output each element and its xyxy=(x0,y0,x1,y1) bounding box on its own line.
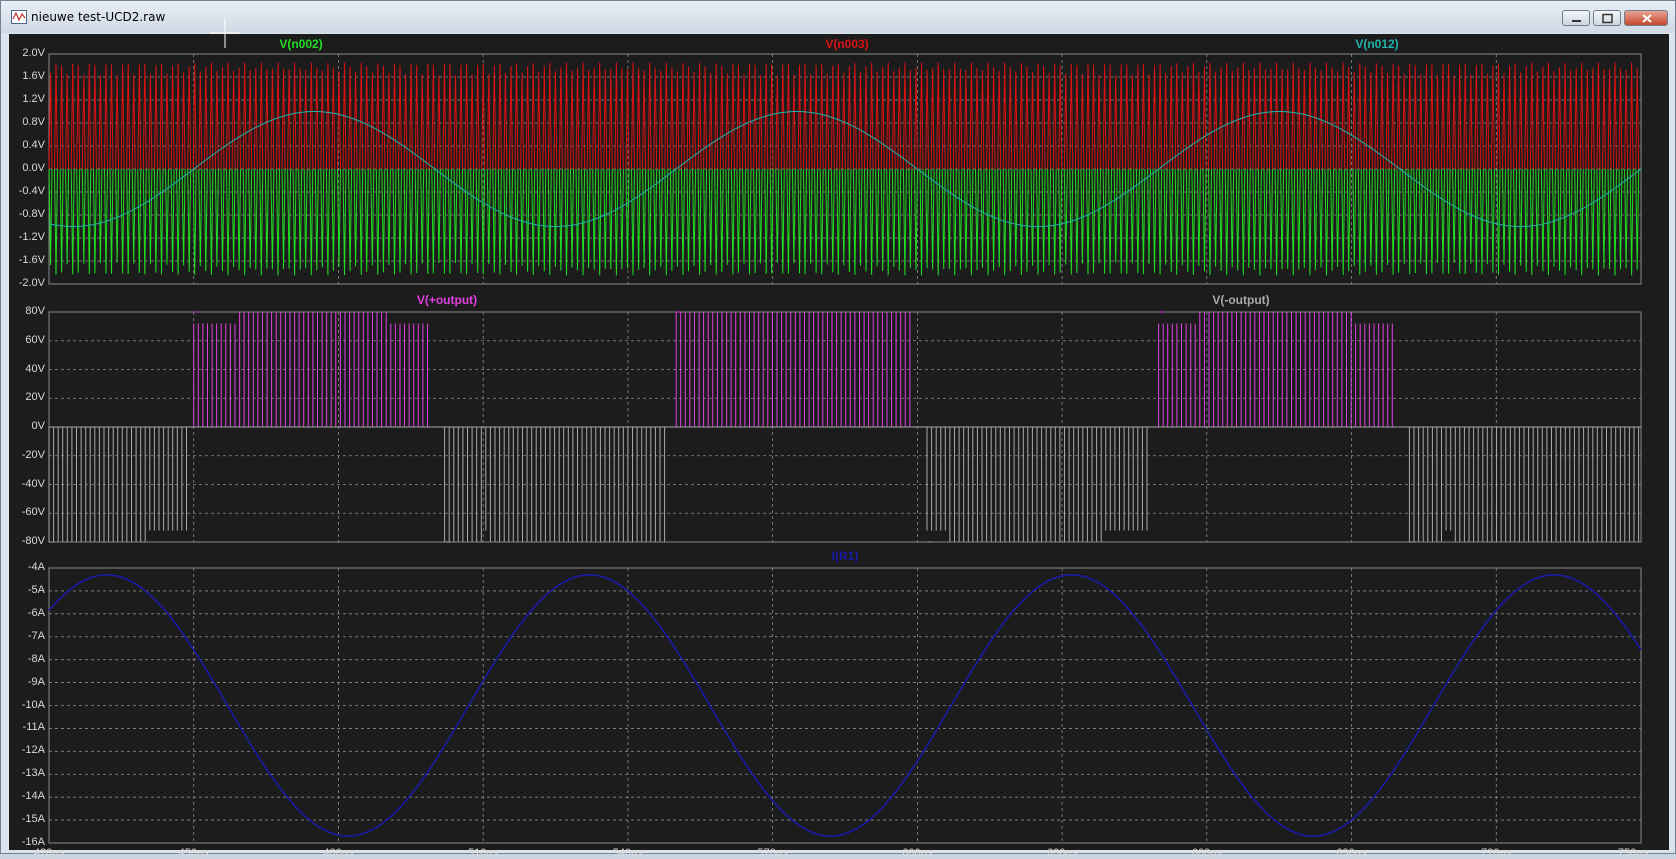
y-tick-label: 1.6V xyxy=(22,70,45,82)
series-line-plus_output[interactable] xyxy=(49,311,1641,428)
y-tick-label: -0.8V xyxy=(18,208,45,220)
y-tick-label: -40V xyxy=(21,477,45,490)
y-tick-label: 0.4V xyxy=(22,139,45,151)
waveform-window: nieuwe test-UCD2.raw 2.0V 1.6V 1.2V 0.8V 0.4… xyxy=(0,0,1676,859)
y-tick-label: -2.0V xyxy=(18,277,45,289)
y-tick-label: -0.4V xyxy=(18,185,45,197)
series-line-n003[interactable] xyxy=(48,62,1640,170)
y-tick-label: -6A xyxy=(27,606,45,619)
y-tick-label: -8A xyxy=(27,652,45,665)
maximize-icon xyxy=(1602,13,1613,24)
trace-label-n002[interactable]: V(n002) xyxy=(279,37,322,51)
y-tick-label: 60V xyxy=(25,333,45,346)
close-icon xyxy=(1642,14,1652,23)
y-tick-label: -15A xyxy=(21,813,45,826)
minimize-icon xyxy=(1572,20,1581,22)
x-tick-label: 480µs xyxy=(323,847,354,859)
trace-label-plus-output[interactable]: V(+output) xyxy=(417,293,477,307)
y-tick-label: -5A xyxy=(27,583,45,596)
maximize-button[interactable] xyxy=(1593,10,1621,26)
y-tick-label: -12A xyxy=(21,744,45,757)
y-tick-label: 0V xyxy=(31,420,45,432)
y-tick-label: -14A xyxy=(21,790,45,803)
x-tick-label: 690µs xyxy=(1336,847,1367,859)
trace-label-n003[interactable]: V(n003) xyxy=(825,37,868,51)
y-tick-label: -7A xyxy=(27,629,45,642)
y-tick-label: -20V xyxy=(21,448,45,461)
chart-svg[interactable] xyxy=(9,546,1669,850)
trace-label-n012[interactable]: V(n012) xyxy=(1355,37,1398,51)
y-tick-label: 1.2V xyxy=(22,93,45,105)
trace-label-minus-output[interactable]: V(-output) xyxy=(1212,293,1269,307)
y-tick-label: 40V xyxy=(25,362,45,375)
y-tick-label: -4A xyxy=(27,561,45,573)
x-tick-label: 450µs xyxy=(178,847,209,859)
y-tick-label: -10A xyxy=(21,698,45,711)
waveform-viewer-icon xyxy=(11,10,27,24)
series-line-minus_output[interactable] xyxy=(48,426,1641,543)
title-bar[interactable]: nieuwe test-UCD2.raw xyxy=(1,1,1675,33)
plot-area[interactable]: 2.0V 1.6V 1.2V 0.8V 0.4V 0.0V -0.4V -0.8V -1.2V -… xyxy=(9,34,1669,859)
window-title: nieuwe test-UCD2.raw xyxy=(31,10,166,24)
y-tick-label: 0.0V xyxy=(22,162,45,174)
chart-svg[interactable] xyxy=(9,34,1669,290)
x-tick-label: 660µs xyxy=(1191,847,1222,859)
x-tick-label: 510µs xyxy=(468,847,499,859)
x-tick-label: 600µs xyxy=(902,847,933,859)
series-line-n002[interactable] xyxy=(48,168,1640,276)
x-tick-label: 570µs xyxy=(757,847,788,859)
x-tick-label: 420µs xyxy=(33,847,65,859)
x-tick-label: 750µs xyxy=(1617,847,1649,859)
pane-current[interactable]: -4A -5A -6A -7A -8A -9A -10A -11A -12A -13A -14A -1… xyxy=(9,546,1669,859)
crosshair-cursor-icon xyxy=(210,18,240,48)
trace-label-i-r1[interactable]: I(R1) xyxy=(832,549,859,563)
x-tick-label: 540µs xyxy=(612,847,644,859)
chart-svg[interactable] xyxy=(9,290,1669,546)
x-tick-label: 720µs xyxy=(1481,847,1512,859)
y-tick-label: -60V xyxy=(21,506,45,519)
y-tick-label: 0.8V xyxy=(22,116,45,128)
plot-frame xyxy=(48,567,1642,844)
y-tick-label: -1.2V xyxy=(18,231,45,243)
y-tick-label: -1.6V xyxy=(18,254,45,266)
minimize-button[interactable] xyxy=(1562,10,1590,26)
series-line-current[interactable] xyxy=(48,574,1642,837)
pane-voltage-nodes[interactable]: 2.0V 1.6V 1.2V 0.8V 0.4V 0.0V -0.4V -0.8V -1.2V -… xyxy=(9,34,1669,290)
close-button[interactable] xyxy=(1624,10,1668,26)
y-tick-label: 80V xyxy=(25,305,45,317)
y-tick-label: -11A xyxy=(22,721,45,734)
y-tick-label: 2.0V xyxy=(22,47,45,59)
y-tick-label: -13A xyxy=(21,767,45,780)
pane-output-voltages[interactable]: 80V 60V 40V 20V 0V -20V -40V -60V -80V V(+output)… xyxy=(9,290,1669,547)
y-tick-label: -9A xyxy=(27,675,45,688)
x-tick-label: 630µs xyxy=(1046,847,1078,859)
y-tick-label: 20V xyxy=(25,391,45,404)
